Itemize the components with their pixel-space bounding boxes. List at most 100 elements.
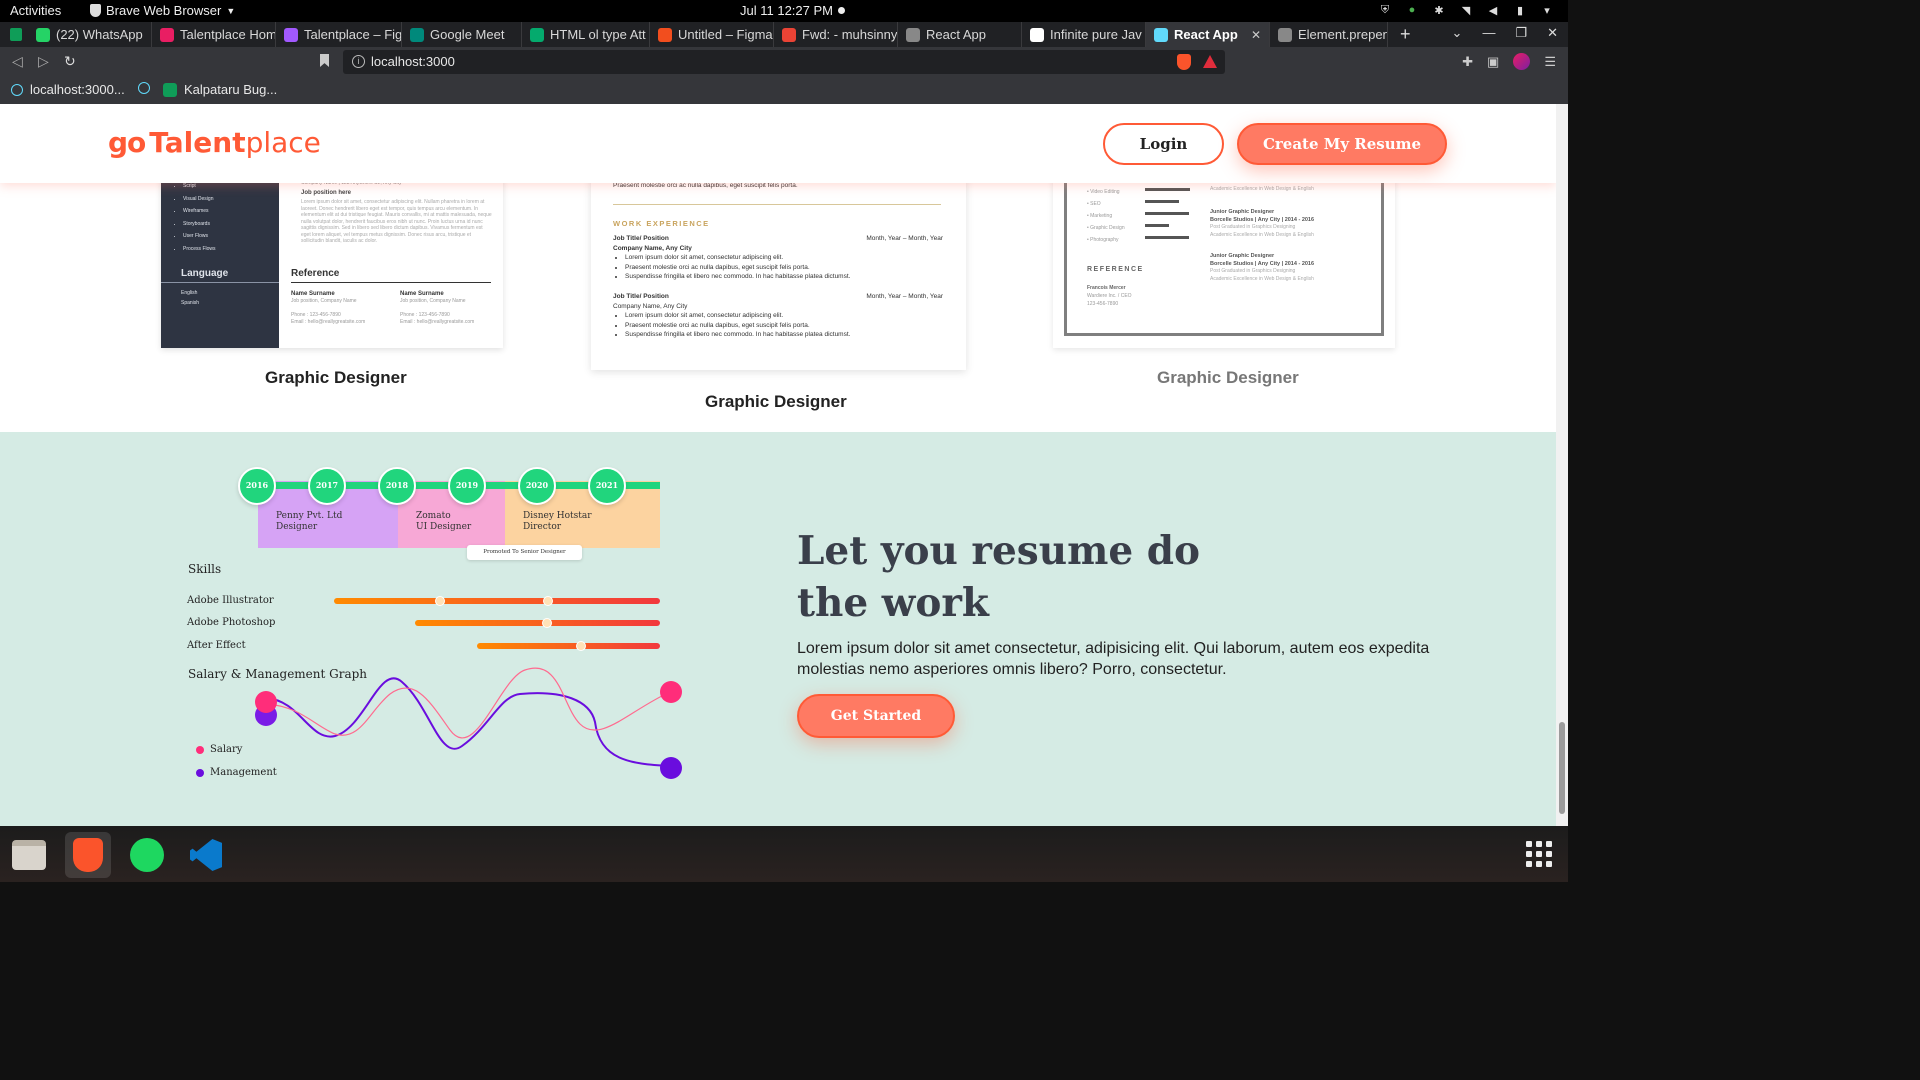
sheets-icon (163, 82, 177, 97)
entry-title: Junior Graphic Designer (1210, 209, 1275, 215)
close-window-icon[interactable]: ✕ (1547, 25, 1558, 41)
bookmark-item[interactable]: Kalpataru Bug... (163, 82, 277, 97)
create-resume-button[interactable]: Create My Resume (1237, 123, 1447, 165)
browser-tab[interactable]: Google Meet (402, 22, 522, 47)
skill-item: User Flows (183, 230, 216, 243)
browser-tab[interactable]: Untitled – Figma (650, 22, 774, 47)
back-icon[interactable]: ◁ (12, 53, 23, 70)
reference-entry: Name Surname Job position, Company Name … (400, 291, 474, 326)
skill-bar (1145, 224, 1169, 227)
menu-icon[interactable]: ☰ (1544, 54, 1556, 70)
education-line: Post Graduated in Graphics Designing (1210, 224, 1296, 230)
tab-label: Google Meet (430, 27, 505, 42)
tab-label: Infinite pure Jav (1050, 27, 1142, 42)
skill-row: • SEO (1087, 201, 1101, 207)
maximize-icon[interactable]: ❐ (1515, 25, 1527, 41)
reload-icon[interactable]: ↻ (64, 53, 76, 70)
close-tab-icon[interactable]: ✕ (1251, 28, 1261, 42)
update-icon[interactable]: ● (1405, 3, 1419, 17)
brave-icon[interactable] (65, 832, 111, 878)
forward-icon[interactable]: ▷ (38, 53, 49, 70)
site-info-icon[interactable]: i (352, 55, 365, 68)
skill-label: Adobe Illustrator (187, 595, 274, 606)
bookmark-icon[interactable] (320, 54, 329, 67)
skill-knob (435, 596, 445, 606)
salary-management-graph (255, 667, 682, 779)
show-apps-icon[interactable] (1526, 841, 1552, 867)
hero-headline: Let you resume do the work (797, 528, 1201, 626)
wallet-icon[interactable]: ▣ (1487, 54, 1499, 70)
legend-label: Salary (210, 744, 243, 755)
reference-entry: Francois Mercer Wardiere Inc. / CEO 123-… (1087, 284, 1132, 308)
education-line: Academic Excellence in Web Design & Engl… (1210, 185, 1314, 192)
resume-template-card[interactable]: Praesent molestie orci ac nulla dapibus,… (591, 164, 966, 370)
login-button[interactable]: Login (1103, 123, 1224, 165)
browser-tab[interactable]: React App (898, 22, 1022, 47)
profile-avatar[interactable] (1513, 53, 1531, 70)
skill-level-bar (477, 641, 660, 651)
browser-tab[interactable]: Infinite pure Jav (1022, 22, 1146, 47)
bookmark-item[interactable] (138, 82, 150, 94)
new-tab-button[interactable]: + (1400, 24, 1411, 45)
skill-item: Visual Design (183, 193, 216, 206)
browser-tab[interactable]: Element.prepend (1270, 22, 1388, 47)
url-text[interactable]: localhost:3000 (371, 54, 455, 69)
wifi-icon[interactable]: ◥ (1459, 3, 1473, 17)
power-icon[interactable]: ▾ (1540, 3, 1554, 17)
browser-tab[interactable]: Fwd: - muhsinny (774, 22, 898, 47)
scrollbar-thumb[interactable] (1559, 722, 1565, 814)
legend-swatch (196, 745, 204, 754)
react-icon (11, 83, 23, 96)
reference-email: Email : hello@reallygreatsite.com (291, 319, 366, 325)
window-controls: ⌄ — ❐ ✕ (1452, 25, 1558, 41)
get-started-button[interactable]: Get Started (797, 694, 955, 738)
shield-icon[interactable]: ⛨ (1378, 3, 1392, 17)
skill-row: • Marketing (1087, 213, 1113, 219)
reference-phone: Phone : 123-456-7890 (400, 312, 450, 318)
job-company: Company Name, Any City (613, 302, 688, 310)
volume-icon[interactable]: ◀ (1486, 3, 1500, 17)
tab-label: Talentplace Hom (180, 27, 276, 42)
spotify-icon[interactable] (124, 832, 170, 878)
tab-search-icon[interactable]: ⌄ (1452, 25, 1463, 41)
divider (161, 282, 279, 283)
management-line (265, 677, 671, 767)
timeline-year: 2017 (308, 467, 346, 505)
browser-tab[interactable]: HTML ol type Att (522, 22, 650, 47)
page-viewport[interactable]: go Talentplace Login Create My Resume Sc… (0, 104, 1556, 826)
timeline-year: 2016 (238, 467, 276, 505)
slack-icon[interactable]: ✱ (1432, 3, 1446, 17)
skill-label: After Effect (187, 640, 246, 651)
browser-tab[interactable]: (22) WhatsApp (28, 22, 152, 47)
resume-template-card[interactable]: ScriptVisual DesignWireframesStoryboards… (161, 164, 503, 348)
job-position: Job position here (301, 190, 352, 196)
minimize-icon[interactable]: — (1482, 25, 1495, 41)
sheets-icon[interactable] (10, 28, 22, 41)
hero-paragraph: Lorem ipsum dolor sit amet consectetur, … (797, 640, 1430, 678)
vscode-icon[interactable] (183, 832, 229, 878)
skill-row: • Photography (1087, 237, 1119, 243)
app-menu[interactable]: Brave Web Browser ▼ (90, 3, 235, 18)
page-scrollbar[interactable] (1556, 104, 1568, 826)
talentplace-logo[interactable]: go Talent place (108, 126, 321, 159)
skill-bar (1145, 212, 1189, 215)
tab-favicon (36, 27, 50, 42)
address-bar[interactable]: i localhost:3000 (343, 50, 1225, 74)
job-title: Job Title/ Position (613, 235, 669, 242)
toolbar-actions: ✚ ▣ ☰ (1462, 53, 1556, 70)
files-icon[interactable] (6, 832, 52, 878)
browser-tab[interactable]: React App ✕ (1146, 22, 1270, 47)
brave-shields-icon[interactable] (1177, 54, 1191, 70)
tab-favicon (284, 27, 298, 42)
activities-button[interactable]: Activities (10, 3, 61, 18)
brave-rewards-icon[interactable] (1203, 55, 1217, 68)
extensions-icon[interactable]: ✚ (1462, 54, 1473, 70)
battery-icon[interactable]: ▮ (1513, 3, 1527, 17)
browser-tab[interactable]: Talentplace – Fig (276, 22, 402, 47)
browser-tab[interactable]: Talentplace Hom (152, 22, 276, 47)
system-tray[interactable]: ⛨ ● ✱ ◥ ◀ ▮ ▾ (1378, 3, 1554, 17)
clock[interactable]: Jul 11 12:27 PM (740, 3, 833, 18)
reference-email: Email : hello@reallygreatsite.com (400, 319, 475, 325)
resume-template-card[interactable]: • Branding• Video Editing• SEO• Marketin… (1053, 164, 1395, 348)
bookmark-item[interactable]: localhost:3000... (11, 82, 125, 97)
